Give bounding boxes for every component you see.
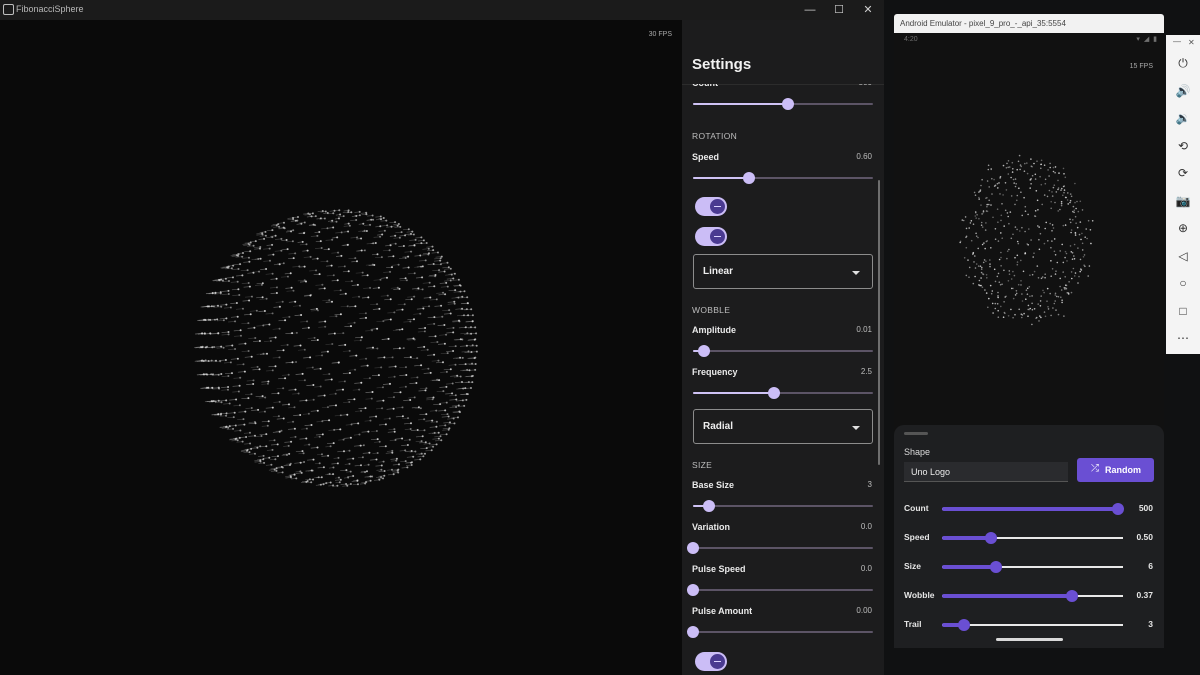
size-toggle[interactable]: [695, 652, 727, 671]
overview-icon[interactable]: □: [1175, 303, 1191, 319]
minimize-button[interactable]: —: [796, 2, 824, 18]
speed-value: 0.50: [1136, 532, 1153, 542]
emulator-titlebar[interactable]: Android Emulator - pixel_9_pro_-_api_35:…: [894, 14, 1164, 33]
count-value: 500: [858, 78, 872, 87]
trail-value: 3: [1148, 619, 1153, 629]
window-titlebar[interactable]: FibonacciSphere — ☐ ✕: [0, 0, 884, 20]
phone-particle-cloud: [959, 154, 1094, 326]
base-size-value: 3: [867, 480, 872, 489]
rotate-left-icon[interactable]: ⟲: [1175, 138, 1191, 154]
variation-value: 0.0: [860, 522, 872, 531]
sheet-drag-handle[interactable]: [904, 432, 928, 435]
count-label: Count: [904, 503, 929, 513]
rotation-speed-value: 0.60: [856, 152, 872, 161]
rotation-toggle-1[interactable]: [695, 197, 727, 216]
size-value: 6: [1148, 561, 1153, 571]
volume-up-icon[interactable]: 🔊: [1175, 83, 1191, 99]
speed-label: Speed: [904, 532, 930, 542]
size-heading: SIZE: [692, 460, 713, 470]
window-title: FibonacciSphere: [16, 4, 84, 14]
rotation-toggle-2[interactable]: [695, 227, 727, 246]
pulse-amount-value: 0.00: [856, 606, 872, 615]
camera-icon[interactable]: 📷: [1175, 193, 1191, 209]
dropdown-value: Linear: [703, 266, 734, 277]
phone-screen[interactable]: 4:20 ▾ ◢ ▮ 15 FPS Shape Uno Logo ⤮ Rando…: [894, 33, 1164, 648]
pulse-speed-value: 0.0: [860, 564, 872, 573]
trail-slider[interactable]: [942, 619, 1123, 631]
size-slider[interactable]: [942, 561, 1123, 573]
speed-slider[interactable]: [942, 532, 1123, 544]
base-size-slider[interactable]: [693, 500, 873, 512]
wobble-mode-dropdown[interactable]: Radial: [693, 409, 873, 444]
emulator-toolbar: — ✕ ⏻ 🔊 🔉 ⟲ ⟳ 📷 ⊕ ◁ ○ □ ⋯: [1166, 35, 1200, 354]
random-button-label: Random: [1105, 465, 1141, 475]
gesture-nav-bar[interactable]: [996, 638, 1063, 641]
frequency-label: Frequency: [692, 367, 738, 377]
volume-down-icon[interactable]: 🔉: [1175, 110, 1191, 126]
count-label: Count: [692, 78, 718, 88]
wobble-slider[interactable]: [942, 590, 1123, 602]
close-button[interactable]: ✕: [854, 2, 882, 18]
power-icon[interactable]: ⏻: [1175, 55, 1191, 71]
chevron-down-icon: [852, 271, 860, 275]
rotation-heading: ROTATION: [692, 131, 738, 141]
back-icon[interactable]: ◁: [1175, 248, 1191, 264]
variation-slider[interactable]: [687, 542, 873, 554]
frequency-value: 2.5: [860, 367, 872, 376]
pulse-amount-slider[interactable]: [687, 626, 873, 638]
bottom-sheet: Shape Uno Logo ⤮ Random Count 500 Speed 0.5…: [894, 425, 1164, 648]
chevron-down-icon: [852, 426, 860, 430]
app-icon: [3, 4, 14, 15]
android-emulator-window: Android Emulator - pixel_9_pro_-_api_35:…: [894, 14, 1164, 648]
toolbar-close-button[interactable]: ✕: [1188, 38, 1195, 47]
trail-label: Trail: [904, 619, 922, 629]
settings-panel: Settings Count 500 ROTATION Speed 0.60 L…: [682, 20, 884, 675]
maximize-button[interactable]: ☐: [825, 2, 853, 18]
frequency-slider[interactable]: [693, 387, 873, 399]
count-slider[interactable]: [693, 98, 873, 110]
amplitude-label: Amplitude: [692, 325, 736, 335]
settings-scrollbar[interactable]: [878, 180, 880, 465]
pulse-speed-label: Pulse Speed: [692, 564, 746, 574]
emulator-title: Android Emulator - pixel_9_pro_-_api_35:…: [900, 19, 1066, 28]
toggle-knob: [710, 654, 725, 669]
toggle-knob: [710, 199, 725, 214]
dropdown-value: Radial: [703, 421, 734, 432]
shape-label: Shape: [904, 447, 931, 457]
count-slider[interactable]: [942, 503, 1124, 515]
wobble-heading: WOBBLE: [692, 305, 731, 315]
toggle-knob: [710, 229, 725, 244]
home-icon[interactable]: ○: [1175, 275, 1191, 291]
pulse-amount-label: Pulse Amount: [692, 606, 753, 616]
wobble-value: 0.37: [1136, 590, 1153, 600]
rotation-speed-label: Speed: [692, 152, 720, 162]
random-button[interactable]: ⤮ Random: [1077, 458, 1154, 482]
amplitude-value: 0.01: [856, 325, 872, 334]
zoom-icon[interactable]: ⊕: [1175, 220, 1191, 236]
rotate-right-icon[interactable]: ⟳: [1175, 165, 1191, 181]
shuffle-icon: ⤮: [1091, 463, 1099, 474]
rotation-speed-slider[interactable]: [693, 172, 873, 184]
wobble-label: Wobble: [904, 590, 935, 600]
size-label: Size: [904, 561, 922, 571]
pulse-speed-slider[interactable]: [687, 584, 873, 596]
rotation-mode-dropdown[interactable]: Linear: [693, 254, 873, 289]
shape-input[interactable]: Uno Logo: [904, 462, 1068, 482]
amplitude-slider[interactable]: [693, 345, 873, 357]
more-icon[interactable]: ⋯: [1175, 330, 1191, 346]
shape-value: Uno Logo: [911, 467, 951, 477]
count-value: 500: [1138, 503, 1153, 513]
fibonacci-sphere: [193, 209, 478, 487]
settings-title: Settings: [692, 56, 752, 73]
base-size-label: Base Size: [692, 480, 735, 490]
variation-label: Variation: [692, 522, 731, 532]
sphere-viewport[interactable]: 30 FPS: [0, 20, 682, 675]
desktop-window: FibonacciSphere — ☐ ✕ 30 FPS Settings Co…: [0, 0, 884, 675]
toolbar-minimize-button[interactable]: —: [1173, 37, 1181, 46]
